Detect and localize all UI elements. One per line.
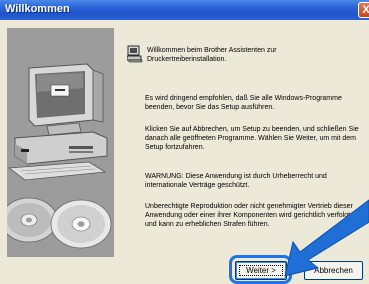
focus-rectangle bbox=[239, 265, 283, 276]
cancel-button-label: Abbrechen bbox=[314, 266, 353, 275]
instructions-text: Klicken Sie auf Abbrechen, um Setup zu b… bbox=[145, 126, 359, 151]
cancel-button[interactable]: Abbrechen bbox=[304, 261, 363, 280]
computer-cd-illustration-icon bbox=[7, 28, 114, 257]
welcome-message: Willkommen beim Brother Assistenten zur … bbox=[147, 47, 277, 63]
window-title: Willkommen bbox=[5, 3, 70, 15]
copyright-warning-text: WARNUNG: Diese Anwendung ist durch Urheb… bbox=[145, 173, 327, 189]
close-button[interactable]: X bbox=[358, 2, 369, 18]
close-programs-text: Es wird dringend empfohlen, daß Sie alle… bbox=[145, 95, 342, 111]
computer-icon bbox=[126, 45, 143, 68]
installer-window: Willkommen X Willkommen beim Brother Ass… bbox=[0, 0, 369, 284]
next-button[interactable]: Weiter > bbox=[235, 261, 287, 280]
setup-illustration bbox=[7, 28, 114, 257]
title-bar: Willkommen X bbox=[0, 0, 369, 20]
legal-notice-text: Unberechtigte Reproduktion oder nicht ge… bbox=[145, 203, 353, 228]
close-icon: X bbox=[362, 4, 369, 16]
